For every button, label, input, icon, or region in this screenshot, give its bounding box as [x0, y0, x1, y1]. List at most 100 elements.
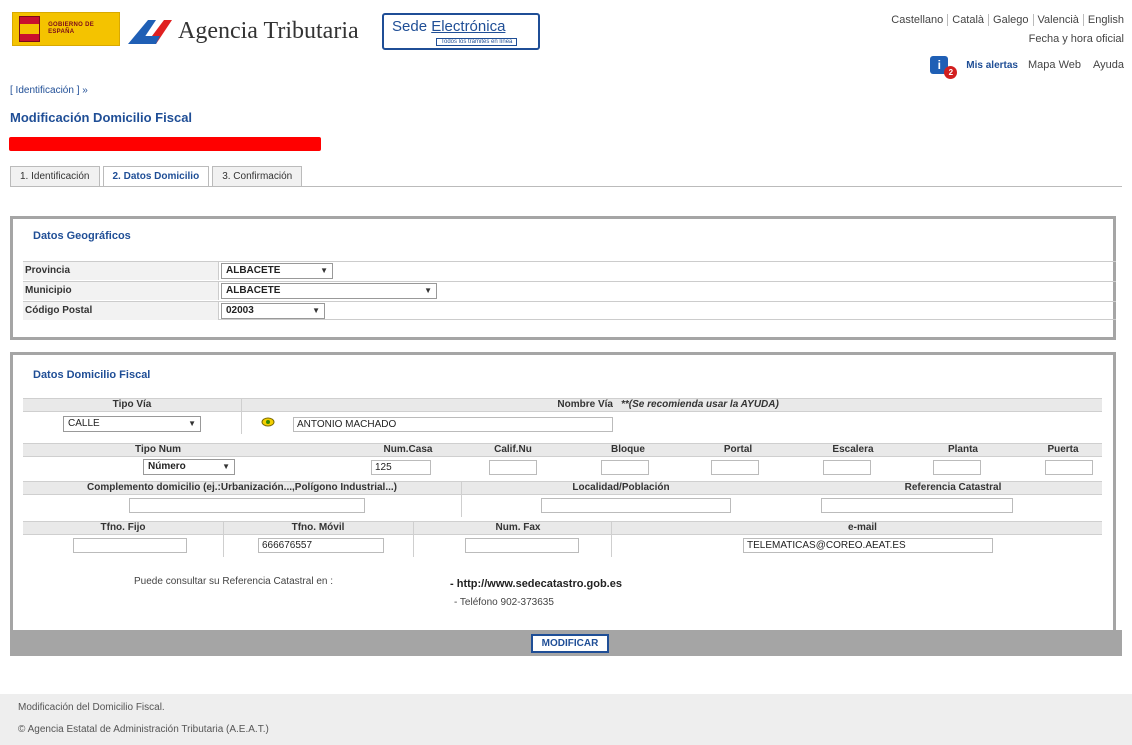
nombre-via-label: Nombre Vía	[557, 399, 613, 410]
codigo-postal-label: Código Postal	[25, 305, 93, 316]
page-footer: Modificación del Domicilio Fiscal. © Age…	[0, 694, 1132, 745]
spain-shield-icon	[19, 16, 41, 42]
bloque-input[interactable]	[601, 460, 649, 475]
localidad-label: Localidad/Población	[572, 482, 670, 493]
numero-header-row: Tipo Num Num.Casa Calif.Nu Bloque Portal…	[23, 443, 1102, 457]
email-input[interactable]: TELEMATICAS@COREO.AEAT.ES	[743, 538, 993, 553]
gobierno-logo[interactable]: GOBIERNO DE ESPAÑA	[12, 12, 120, 46]
ayuda-eye-icon[interactable]	[261, 415, 275, 429]
chevron-down-icon: ▼	[222, 462, 230, 471]
mis-alertas-link[interactable]: Mis alertas	[966, 60, 1018, 71]
alert-count-badge: 2	[944, 66, 958, 79]
calif-input[interactable]	[489, 460, 537, 475]
provincia-label: Provincia	[25, 265, 71, 276]
contacto-value-row: 666676557 TELEMATICAS@COREO.AEAT.ES	[23, 536, 1102, 555]
provincia-value: ALBACETE	[226, 265, 281, 276]
sede-subtitle: Todos los trámites en línea	[436, 38, 518, 46]
municipio-row: Municipio ALBACETE ▼	[23, 281, 1116, 300]
via-header-row: Tipo Vía Nombre Vía **(Se recomienda usa…	[23, 398, 1102, 412]
datos-domicilio-section: Datos Domicilio Fiscal Tipo Vía Nombre V…	[10, 352, 1116, 642]
planta-input[interactable]	[933, 460, 981, 475]
planta-label: Planta	[947, 444, 978, 455]
ayuda-link[interactable]: Ayuda	[1093, 59, 1124, 71]
language-links: Castellano Català Galego Valencià English	[887, 14, 1124, 26]
tfno-fijo-label: Tfno. Fijo	[100, 522, 146, 533]
chevron-down-icon: ▼	[188, 419, 196, 428]
section-title-domicilio: Datos Domicilio Fiscal	[33, 369, 151, 381]
email-label: e-mail	[848, 522, 877, 533]
tipo-via-value: CALLE	[68, 418, 100, 429]
lang-galego[interactable]: Galego	[989, 14, 1034, 26]
chevron-down-icon: ▼	[320, 266, 328, 275]
complemento-input[interactable]	[129, 498, 365, 513]
tipo-via-select[interactable]: CALLE ▼	[63, 416, 201, 432]
numero-value-row: Número ▼ 125	[23, 458, 1102, 477]
ref-catastral-label: Referencia Catastral	[904, 482, 1002, 493]
fecha-hora-link[interactable]: Fecha y hora oficial	[1029, 33, 1124, 45]
codigo-postal-row: Código Postal 02003 ▼	[23, 301, 1116, 320]
portal-input[interactable]	[711, 460, 759, 475]
agency-name[interactable]: Agencia Tributaria	[178, 18, 359, 45]
breadcrumb[interactable]: [ Identificación ] »	[10, 85, 88, 96]
lang-castellano[interactable]: Castellano	[887, 14, 949, 26]
tipo-num-value: Número	[148, 461, 186, 472]
nombre-via-note: **(Se recomienda usar la AYUDA)	[621, 399, 779, 410]
portal-label: Portal	[723, 444, 753, 455]
escalera-label: Escalera	[832, 444, 874, 455]
via-value-row: CALLE ▼ ANTONIO MACHADO	[23, 415, 1102, 434]
aeat-logo-icon[interactable]	[126, 14, 174, 50]
tab-datos-domicilio[interactable]: 2. Datos Domicilio	[102, 166, 210, 186]
municipio-label: Municipio	[25, 285, 72, 296]
codigo-postal-value: 02003	[226, 305, 254, 316]
tab-identificacion[interactable]: 1. Identificación	[10, 166, 100, 186]
complemento-value-row	[23, 496, 1102, 515]
municipio-value: ALBACETE	[226, 285, 281, 296]
catastro-link[interactable]: - http://www.sedecatastro.gob.es	[450, 578, 622, 590]
tipo-num-select[interactable]: Número ▼	[143, 459, 235, 475]
sede-prefix: Sede	[392, 18, 428, 35]
municipio-select[interactable]: ALBACETE ▼	[221, 283, 437, 299]
escalera-input[interactable]	[823, 460, 871, 475]
tfno-movil-input[interactable]: 666676557	[258, 538, 384, 553]
nombre-via-input[interactable]: ANTONIO MACHADO	[293, 417, 613, 432]
num-casa-input[interactable]: 125	[371, 460, 431, 475]
section-title-geo: Datos Geográficos	[33, 230, 131, 242]
provincia-row: Provincia ALBACETE ▼	[23, 261, 1116, 280]
redacted-bar	[9, 137, 321, 151]
localidad-input[interactable]	[541, 498, 731, 513]
page-title: Modificación Domicilio Fiscal	[10, 110, 193, 125]
sede-electronica-logo[interactable]: Sede Electrónica Todos los trámites en l…	[382, 13, 540, 50]
sede-link: Electrónica	[431, 18, 506, 35]
tfno-movil-label: Tfno. Móvil	[291, 522, 345, 533]
puerta-label: Puerta	[1047, 444, 1079, 455]
tipo-num-label: Tipo Num	[135, 444, 181, 455]
chevron-down-icon: ▼	[312, 306, 320, 315]
chevron-down-icon: ▼	[424, 286, 432, 295]
datos-geograficos-section: Datos Geográficos Provincia ALBACETE ▼ Mu…	[10, 216, 1116, 340]
alerts-icon[interactable]: i2	[930, 56, 958, 79]
provincia-select[interactable]: ALBACETE ▼	[221, 263, 333, 279]
num-fax-input[interactable]	[465, 538, 579, 553]
lang-catala[interactable]: Català	[948, 14, 990, 26]
footer-copyright: © Agencia Estatal de Administración Trib…	[18, 724, 269, 735]
mapa-web-link[interactable]: Mapa Web	[1028, 59, 1081, 71]
tfno-fijo-input[interactable]	[73, 538, 187, 553]
page-header: GOBIERNO DE ESPAÑA Agencia Tributaria Se…	[0, 0, 1132, 80]
telefono-text: - Teléfono 902-373635	[454, 597, 554, 608]
consulta-text: Puede consultar su Referencia Catastral …	[134, 576, 333, 587]
num-fax-label: Num. Fax	[495, 522, 541, 533]
ref-catastral-input[interactable]	[821, 498, 1013, 513]
sede-title: Sede Electrónica	[392, 18, 505, 35]
lang-english[interactable]: English	[1084, 14, 1124, 26]
tab-divider	[10, 186, 1122, 187]
puerta-input[interactable]	[1045, 460, 1093, 475]
tab-confirmacion[interactable]: 3. Confirmación	[212, 166, 303, 186]
contacto-header-row: Tfno. Fijo Tfno. Móvil Num. Fax e-mail	[23, 521, 1102, 535]
tipo-via-label: Tipo Vía	[112, 399, 152, 410]
bloque-label: Bloque	[611, 444, 645, 455]
modificar-button[interactable]: MODIFICAR	[531, 634, 609, 653]
gobierno-logo-text: GOBIERNO DE ESPAÑA	[48, 22, 95, 35]
codigo-postal-select[interactable]: 02003 ▼	[221, 303, 325, 319]
footer-line-1: Modificación del Domicilio Fiscal.	[18, 702, 165, 713]
lang-valencia[interactable]: Valencià	[1033, 14, 1084, 26]
